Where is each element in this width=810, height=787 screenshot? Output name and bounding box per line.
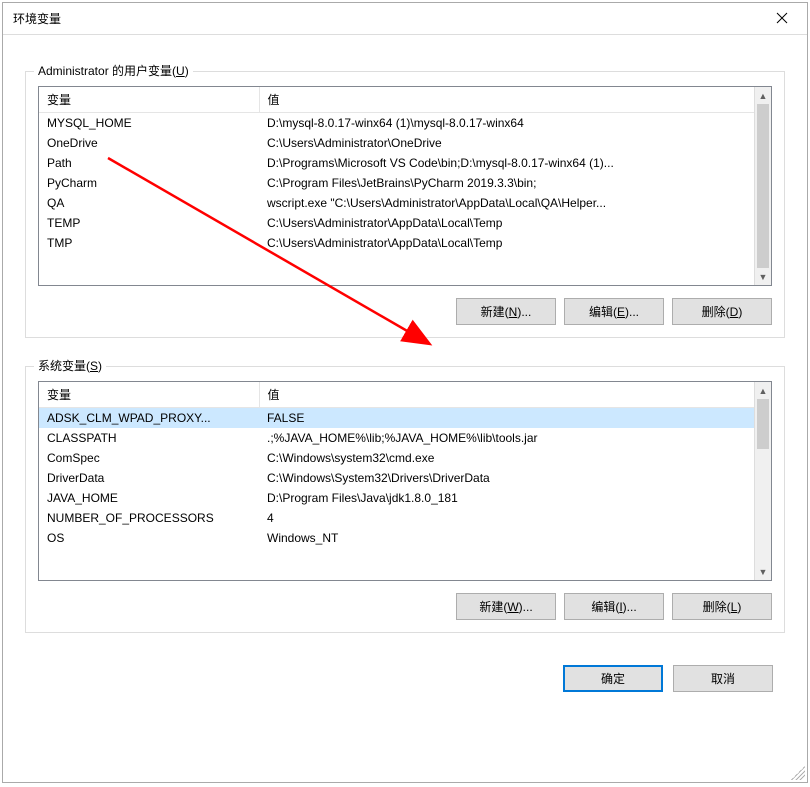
col-header-value[interactable]: 值 [259,87,771,113]
system-vars-legend: 系统变量(S) [34,357,106,374]
col-header-value[interactable]: 值 [259,382,771,408]
cell-variable: CLASSPATH [39,428,259,448]
system-vars-fieldset: 系统变量(S) 变量 值 ADSK_CLM_WPAD_PROXY...FALSE… [25,366,785,633]
scroll-up-icon[interactable]: ▲ [755,382,771,399]
user-vars-buttons: 新建(N)... 编辑(E)... 删除(D) [38,298,772,325]
table-row[interactable]: TMPC:\Users\Administrator\AppData\Local\… [39,233,771,253]
cell-variable: JAVA_HOME [39,488,259,508]
user-vars-legend: Administrator 的用户变量(U) [34,62,193,79]
table-row[interactable]: OneDriveC:\Users\Administrator\OneDrive [39,133,771,153]
cell-variable: PyCharm [39,173,259,193]
cell-variable: Path [39,153,259,173]
cell-value: C:\Users\Administrator\AppData\Local\Tem… [259,213,771,233]
cell-value: Windows_NT [259,528,771,548]
table-row[interactable]: TEMPC:\Users\Administrator\AppData\Local… [39,213,771,233]
user-vars-scrollbar[interactable]: ▲ ▼ [754,87,771,285]
table-row[interactable]: DriverDataC:\Windows\System32\Drivers\Dr… [39,468,771,488]
cell-variable: MYSQL_HOME [39,113,259,134]
cell-variable: OS [39,528,259,548]
window-title: 环境变量 [13,10,759,27]
cell-value: C:\Windows\System32\Drivers\DriverData [259,468,771,488]
user-vars-table[interactable]: 变量 值 MYSQL_HOMED:\mysql-8.0.17-winx64 (1… [39,87,771,253]
env-vars-dialog: 环境变量 Administrator 的用户变量(U) 变量 值 [2,2,808,783]
col-header-variable[interactable]: 变量 [39,87,259,113]
system-vars-table[interactable]: 变量 值 ADSK_CLM_WPAD_PROXY...FALSECLASSPAT… [39,382,771,548]
cell-value: FALSE [259,408,771,429]
scroll-up-icon[interactable]: ▲ [755,87,771,104]
cell-variable: OneDrive [39,133,259,153]
cell-value: C:\Users\Administrator\AppData\Local\Tem… [259,233,771,253]
table-row[interactable]: OSWindows_NT [39,528,771,548]
user-new-button[interactable]: 新建(N)... [456,298,556,325]
table-row[interactable]: QAwscript.exe "C:\Users\Administrator\Ap… [39,193,771,213]
cell-value: .;%JAVA_HOME%\lib;%JAVA_HOME%\lib\tools.… [259,428,771,448]
dialog-content: Administrator 的用户变量(U) 变量 值 MYSQL_HOMED:… [3,35,807,645]
cell-value: wscript.exe "C:\Users\Administrator\AppD… [259,193,771,213]
system-delete-button[interactable]: 删除(L) [672,593,772,620]
system-new-button[interactable]: 新建(W)... [456,593,556,620]
system-edit-button[interactable]: 编辑(I)... [564,593,664,620]
user-delete-button[interactable]: 删除(D) [672,298,772,325]
cell-variable: TEMP [39,213,259,233]
table-row[interactable]: PathD:\Programs\Microsoft VS Code\bin;D:… [39,153,771,173]
table-row[interactable]: MYSQL_HOMED:\mysql-8.0.17-winx64 (1)\mys… [39,113,771,134]
cell-variable: ADSK_CLM_WPAD_PROXY... [39,408,259,429]
cell-value: C:\Windows\system32\cmd.exe [259,448,771,468]
cell-variable: QA [39,193,259,213]
close-icon [776,11,788,27]
ok-button[interactable]: 确定 [563,665,663,692]
table-row[interactable]: CLASSPATH.;%JAVA_HOME%\lib;%JAVA_HOME%\l… [39,428,771,448]
titlebar[interactable]: 环境变量 [3,3,807,35]
system-vars-scrollbar[interactable]: ▲ ▼ [754,382,771,580]
cell-value: D:\Programs\Microsoft VS Code\bin;D:\mys… [259,153,771,173]
scroll-thumb[interactable] [757,399,769,449]
scroll-down-icon[interactable]: ▼ [755,563,771,580]
system-vars-table-wrap: 变量 值 ADSK_CLM_WPAD_PROXY...FALSECLASSPAT… [38,381,772,581]
cell-value: C:\Program Files\JetBrains\PyCharm 2019.… [259,173,771,193]
cell-variable: TMP [39,233,259,253]
table-header-row[interactable]: 变量 值 [39,87,771,113]
user-edit-button[interactable]: 编辑(E)... [564,298,664,325]
cancel-button[interactable]: 取消 [673,665,773,692]
table-row[interactable]: NUMBER_OF_PROCESSORS4 [39,508,771,528]
cell-value: 4 [259,508,771,528]
cell-value: D:\mysql-8.0.17-winx64 (1)\mysql-8.0.17-… [259,113,771,134]
cell-variable: NUMBER_OF_PROCESSORS [39,508,259,528]
user-vars-fieldset: Administrator 的用户变量(U) 变量 值 MYSQL_HOMED:… [25,71,785,338]
table-row[interactable]: ComSpecC:\Windows\system32\cmd.exe [39,448,771,468]
cell-value: C:\Users\Administrator\OneDrive [259,133,771,153]
cell-variable: ComSpec [39,448,259,468]
scroll-down-icon[interactable]: ▼ [755,268,771,285]
table-row[interactable]: PyCharmC:\Program Files\JetBrains\PyChar… [39,173,771,193]
table-header-row[interactable]: 变量 值 [39,382,771,408]
close-button[interactable] [759,4,805,34]
col-header-variable[interactable]: 变量 [39,382,259,408]
user-vars-table-wrap: 变量 值 MYSQL_HOMED:\mysql-8.0.17-winx64 (1… [38,86,772,286]
resize-grip[interactable] [791,766,805,780]
cell-value: D:\Program Files\Java\jdk1.8.0_181 [259,488,771,508]
table-row[interactable]: JAVA_HOMED:\Program Files\Java\jdk1.8.0_… [39,488,771,508]
scroll-thumb[interactable] [757,104,769,268]
table-row[interactable]: ADSK_CLM_WPAD_PROXY...FALSE [39,408,771,429]
system-vars-buttons: 新建(W)... 编辑(I)... 删除(L) [38,593,772,620]
dialog-footer-buttons: 确定 取消 [3,645,807,700]
cell-variable: DriverData [39,468,259,488]
